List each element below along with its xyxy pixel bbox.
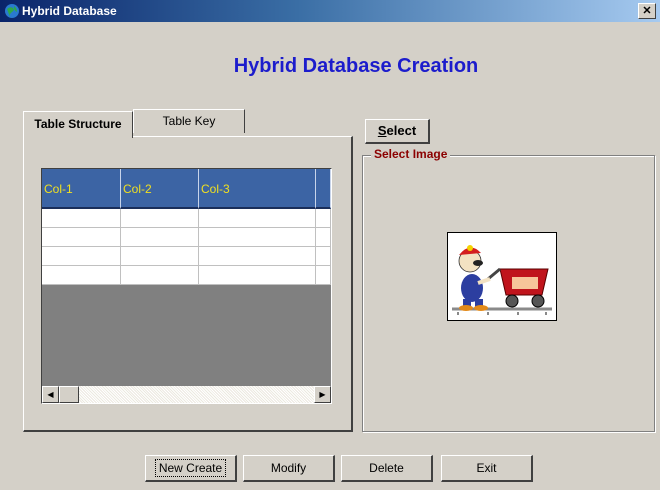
new-create-button[interactable]: New Create	[145, 455, 237, 482]
page-heading: Hybrid Database Creation	[233, 55, 479, 77]
grid-cell[interactable]	[121, 228, 199, 247]
grid-cell[interactable]	[121, 266, 199, 285]
table-row[interactable]	[42, 247, 331, 266]
grid-cell[interactable]	[42, 228, 121, 247]
grid-cell[interactable]	[42, 247, 121, 266]
grid-cell[interactable]	[316, 209, 331, 228]
grid-cell[interactable]	[199, 228, 316, 247]
modify-button[interactable]: Modify	[243, 455, 335, 482]
grid-header-cell[interactable]: Col-1	[42, 169, 121, 209]
new-create-label: New Create	[154, 459, 227, 477]
grid-header-cell[interactable]: Col-3	[199, 169, 316, 209]
select-label-rest: elect	[386, 123, 417, 138]
grid-header-cell[interactable]: Col-2	[121, 169, 199, 209]
grid-cell[interactable]	[316, 228, 331, 247]
grid-cell[interactable]	[121, 247, 199, 266]
table-row[interactable]	[42, 266, 331, 285]
tab-table-structure[interactable]: Table Structure	[23, 111, 133, 138]
grid-cell[interactable]	[42, 266, 121, 285]
delete-button[interactable]: Delete	[341, 455, 433, 482]
grid-cell[interactable]	[121, 209, 199, 228]
tab-table-key[interactable]: Table Key	[133, 109, 245, 133]
close-icon: ✕	[642, 5, 652, 17]
grid-cell[interactable]	[199, 266, 316, 285]
table-structure-panel: Col-1 Col-2 Col-3 ◀ ▶	[23, 136, 353, 432]
arrow-right-icon: ▶	[319, 390, 326, 399]
grid-rows	[42, 209, 331, 285]
select-accel-letter: S	[377, 123, 387, 138]
grid-cell[interactable]	[199, 247, 316, 266]
scroll-thumb[interactable]	[59, 386, 79, 403]
main-window: Hybrid Database ✕ Hybrid Database Creati…	[0, 0, 660, 490]
app-globe-icon	[5, 4, 19, 18]
grid-cell[interactable]	[42, 209, 121, 228]
data-grid[interactable]: Col-1 Col-2 Col-3 ◀ ▶	[41, 168, 332, 404]
scroll-right-button[interactable]: ▶	[314, 386, 331, 403]
grid-cell[interactable]	[316, 247, 331, 266]
horizontal-scrollbar[interactable]: ◀ ▶	[42, 386, 331, 403]
grid-header: Col-1 Col-2 Col-3	[42, 169, 331, 209]
window-title: Hybrid Database	[22, 4, 117, 18]
grid-cell[interactable]	[316, 266, 331, 285]
image-preview[interactable]	[447, 232, 557, 321]
select-image-legend: Select Image	[371, 147, 451, 161]
select-button[interactable]: Select	[365, 119, 430, 144]
table-row[interactable]	[42, 228, 331, 247]
table-row[interactable]	[42, 209, 331, 228]
miner-with-cart-icon	[448, 233, 556, 320]
grid-cell[interactable]	[199, 209, 316, 228]
close-button[interactable]: ✕	[638, 3, 656, 19]
exit-button[interactable]: Exit	[441, 455, 533, 482]
title-bar[interactable]: Hybrid Database ✕	[0, 0, 660, 22]
arrow-left-icon: ◀	[47, 390, 54, 399]
grid-header-cell[interactable]	[316, 169, 331, 209]
scroll-left-button[interactable]: ◀	[42, 386, 59, 403]
